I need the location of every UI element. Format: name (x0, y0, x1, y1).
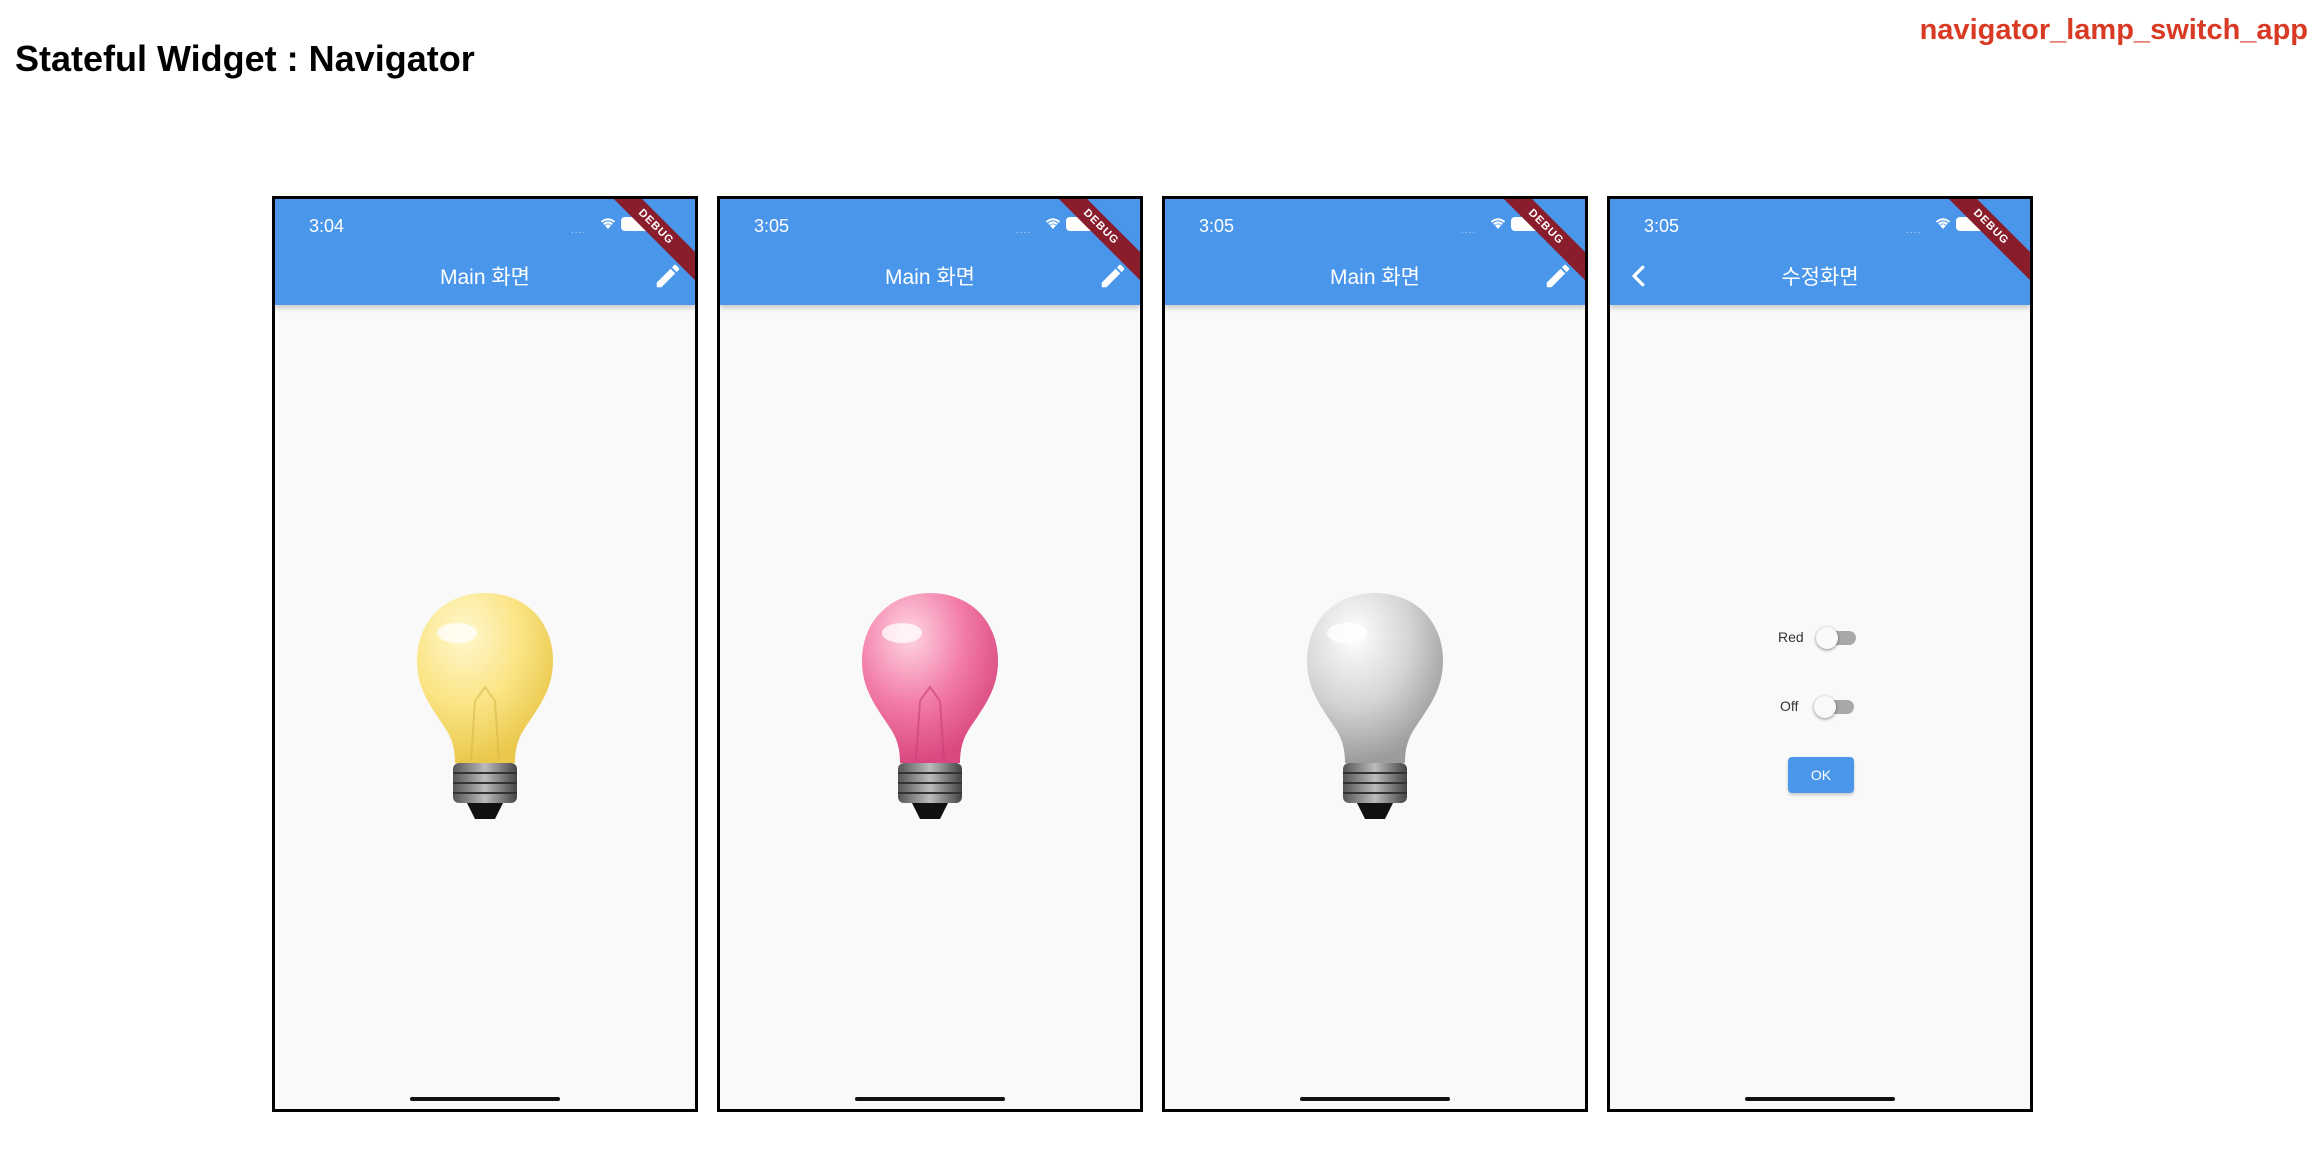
home-indicator (410, 1097, 560, 1101)
page-title: Stateful Widget : Navigator (15, 38, 475, 79)
app-bar-title: Main 화면 (440, 266, 530, 289)
wifi-icon (1490, 218, 1506, 229)
switch-knob (1814, 696, 1836, 718)
signal-icon: .... (1461, 225, 1477, 236)
lamp-image-yellow (417, 593, 553, 819)
lamp-image-red (862, 593, 998, 819)
app-bar-title: 수정화면 (1781, 266, 1859, 289)
app-bar: 3:05 .... DEBUG 수정화면 (1610, 199, 2030, 305)
wifi-icon (1935, 218, 1951, 229)
signal-icon: .... (571, 225, 587, 236)
app-bar-title: Main 화면 (885, 266, 975, 289)
status-time: 3:04 (309, 216, 345, 236)
color-switch-label: Red (1778, 629, 1804, 645)
phone-screen-3: 3:05 .... DEBUG Main 화면 (1162, 196, 1588, 1112)
phone-screen-2: 3:05 .... DEBUG Main 화면 (717, 196, 1143, 1112)
phone-screen-4: 3:05 .... DEBUG 수정화면 Red Off OK (1607, 196, 2033, 1112)
home-indicator (1300, 1097, 1450, 1101)
app-bar: 3:04 .... DEBUG Main 화면 (275, 199, 695, 305)
power-setting-row: Off (1610, 696, 2030, 728)
edit-icon[interactable] (653, 261, 683, 291)
status-time: 3:05 (1199, 216, 1235, 236)
switch-knob (1816, 627, 1838, 649)
wifi-icon (1045, 218, 1061, 229)
app-name-label: navigator_lamp_switch_app (1919, 14, 2308, 46)
app-bar: 3:05 .... DEBUG Main 화면 (720, 199, 1140, 305)
edit-icon[interactable] (1543, 261, 1573, 291)
home-indicator (1745, 1097, 1895, 1101)
color-switch[interactable] (1816, 627, 1856, 649)
signal-icon: .... (1016, 225, 1032, 236)
power-switch[interactable] (1814, 696, 1854, 718)
app-bar: 3:05 .... DEBUG Main 화면 (1165, 199, 1585, 305)
wifi-icon (600, 218, 616, 229)
signal-icon: .... (1906, 225, 1922, 236)
lamp-image-off (1307, 593, 1443, 819)
edit-icon[interactable] (1098, 261, 1128, 291)
power-switch-label: Off (1780, 698, 1799, 714)
ok-button[interactable]: OK (1788, 757, 1854, 793)
color-setting-row: Red (1610, 627, 2030, 659)
status-time: 3:05 (1644, 216, 1680, 236)
status-time: 3:05 (754, 216, 790, 236)
phone-screen-1: 3:04 .... DEBUG Main 화면 (272, 196, 698, 1112)
app-bar-title: Main 화면 (1330, 266, 1420, 289)
home-indicator (855, 1097, 1005, 1101)
